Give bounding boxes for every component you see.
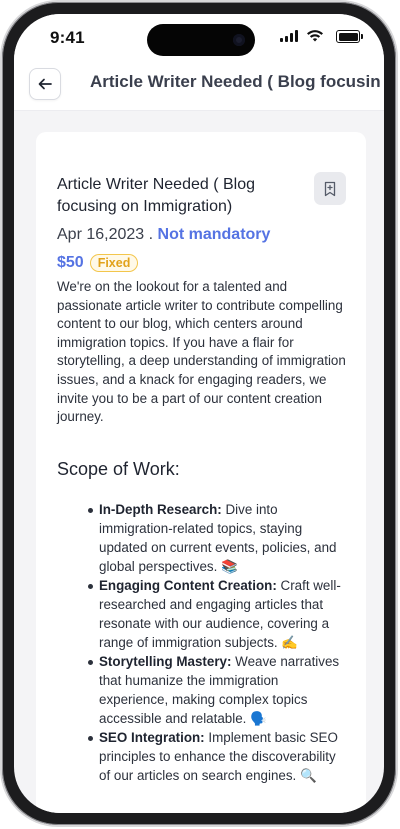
back-button[interactable] [29,68,61,100]
job-detail-card: Article Writer Needed ( Blog focusing on… [36,132,366,813]
mandatory-status: Not mandatory [157,226,271,243]
screen: 9:41 Article Writer Needed (Blog focusi… [14,14,384,813]
job-price: $50 [57,254,84,271]
scope-list: In-Depth Research: Dive into immigration… [36,500,366,785]
page-title: Article Writer Needed ( Blog focusing on… [90,72,380,91]
battery-icon [336,30,363,43]
scope-item-label: SEO Integration: [99,730,205,745]
app-header: Article Writer Needed ( Blog focusing on… [14,64,384,111]
job-title: Article Writer Needed ( Blog focusing on… [57,176,255,215]
scope-heading: Scope of Work: [57,459,180,479]
bullet-icon [88,736,93,741]
bookmark-add-icon [324,181,336,196]
cellular-signal-icon [280,30,298,42]
bullet-icon [88,584,93,589]
status-bar: 9:41 [14,14,384,64]
camera-icon [233,34,245,46]
bookmark-button[interactable] [314,172,346,205]
scope-item-label: Storytelling Mastery: [99,654,232,669]
posted-date: Apr 16,2023 [57,226,145,243]
dynamic-island [147,24,255,56]
job-description: We're on the lookout for a talented and … [57,279,346,425]
list-item: Storytelling Mastery: Weave narratives t… [36,652,366,728]
list-item: Engaging Content Creation: Craft well-re… [36,576,366,652]
status-time: 9:41 [50,28,85,47]
job-meta: Apr 16,2023 . Not mandatory [57,226,270,244]
arrow-left-icon [38,78,52,90]
list-item: In-Depth Research: Dive into immigration… [36,500,366,576]
bullet-icon [88,660,93,665]
scope-item-label: Engaging Content Creation: [99,578,277,593]
wifi-icon [307,30,323,42]
list-item: SEO Integration: Implement basic SEO pri… [36,728,366,785]
price-type-badge: Fixed [89,254,139,272]
meta-separator: . [144,226,158,243]
phone-frame: 9:41 Article Writer Needed (Blog focusi… [2,2,396,825]
price-row: $50 Fixed [57,252,139,274]
scope-item-label: In-Depth Research: [99,502,222,517]
bullet-icon [88,508,93,513]
